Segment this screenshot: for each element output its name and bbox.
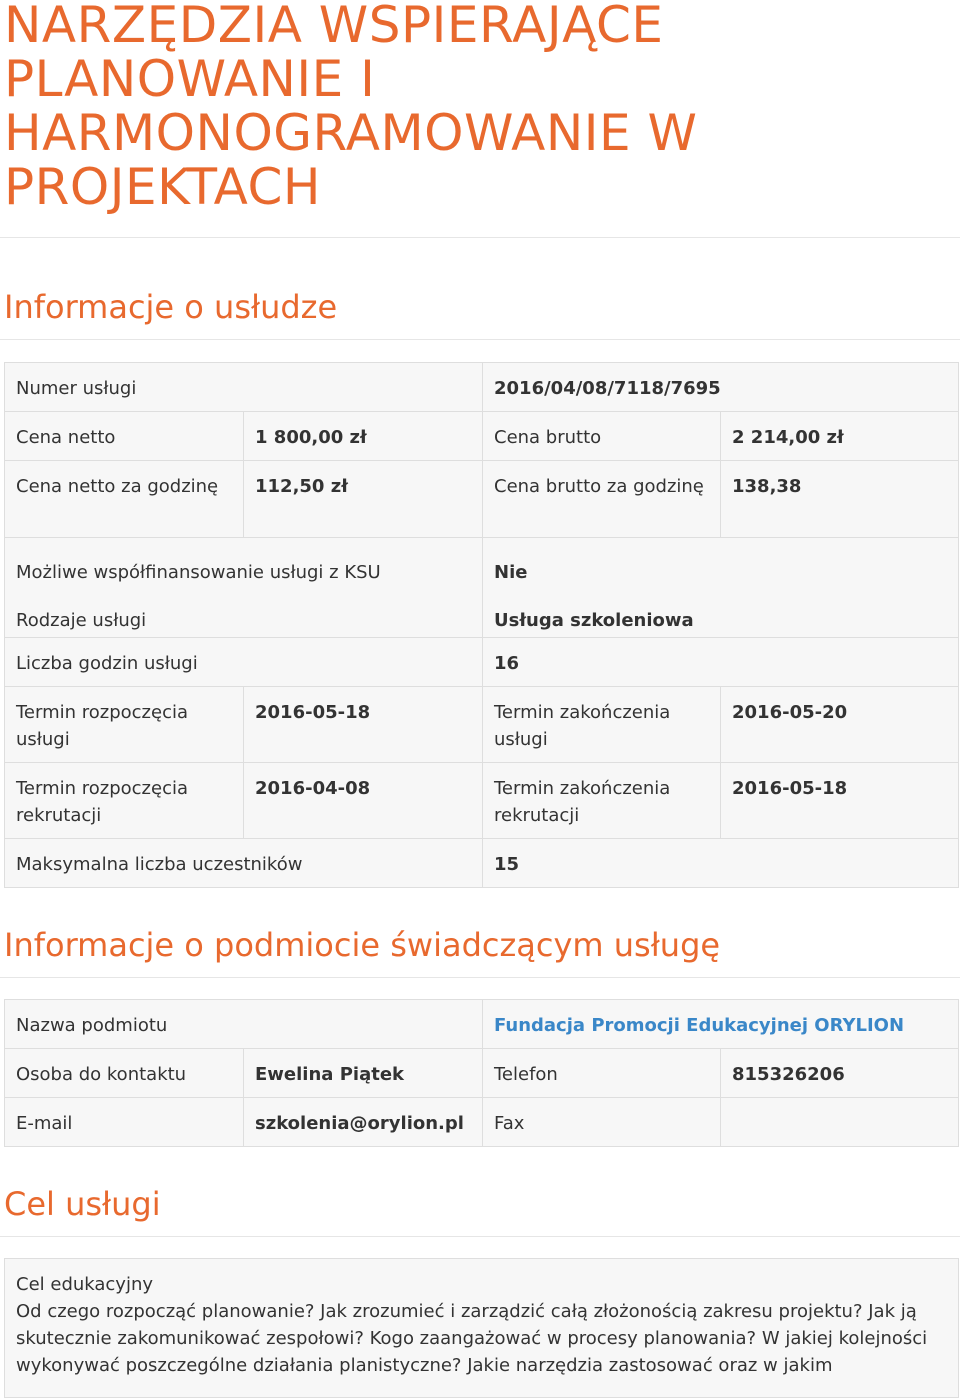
phone-label: Telefon: [482, 1048, 721, 1098]
fax-value: [720, 1097, 959, 1147]
service-number-value: 2016/04/08/7118/7695: [482, 362, 959, 412]
cofinancing-and-type-values: Nie Usługa szkoleniowa: [482, 537, 959, 638]
net-price-value: 1 800,00 zł: [243, 411, 483, 461]
cofinancing-label: Możliwe współfinansowanie usługi z KSU: [16, 562, 381, 583]
divider: [0, 1236, 960, 1237]
provider-name-label: Nazwa podmiotu: [4, 999, 483, 1049]
start-date-label: Termin rozpoczęcia usługi: [4, 686, 244, 763]
goal-box: Cel edukacyjny Od czego rozpocząć planow…: [4, 1258, 959, 1398]
max-participants-label: Maksymalna liczba uczestników: [4, 838, 483, 888]
hours-label: Liczba godzin usługi: [4, 637, 483, 687]
contact-person-label: Osoba do kontaktu: [4, 1048, 244, 1098]
recruitment-start-label: Termin rozpoczęcia rekrutacji: [4, 762, 244, 839]
contact-person-value: Ewelina Piątek: [243, 1048, 483, 1098]
max-participants-value: 15: [482, 838, 959, 888]
recruitment-end-value: 2016-05-18: [720, 762, 959, 839]
service-number-label: Numer usługi: [4, 362, 483, 412]
gross-price-label: Cena brutto: [482, 411, 721, 461]
section-heading-provider: Informacje o podmiocie świadczącym usług…: [4, 926, 721, 964]
gross-hour-price-label: Cena brutto za godzinę: [482, 460, 721, 538]
gross-hour-price-value: 138,38: [720, 460, 959, 538]
net-hour-price-label: Cena netto za godzinę: [4, 460, 244, 538]
section-heading-goal: Cel usługi: [4, 1185, 161, 1223]
divider: [0, 237, 960, 238]
fax-label: Fax: [482, 1097, 721, 1147]
section-heading-service: Informacje o usłudze: [4, 288, 338, 326]
net-hour-price-value: 112,50 zł: [243, 460, 483, 538]
cofinancing-and-type-labels: Możliwe współfinansowanie usługi z KSU R…: [4, 537, 483, 638]
end-date-value: 2016-05-20: [720, 686, 959, 763]
start-date-value: 2016-05-18: [243, 686, 483, 763]
goal-label: Cel edukacyjny: [16, 1274, 154, 1295]
phone-value: 815326206: [720, 1048, 959, 1098]
recruitment-start-value: 2016-04-08: [243, 762, 483, 839]
recruitment-end-label: Termin zakończenia rekrutacji: [482, 762, 721, 839]
provider-name-cell: Fundacja Promocji Edukacyjnej ORYLION: [482, 999, 959, 1049]
page-title: NARZĘDZIA WSPIERAJĄCE PLANOWANIE I HARMO…: [4, 0, 698, 216]
cofinancing-value: Nie: [494, 562, 528, 583]
divider: [0, 339, 960, 340]
email-value: szkolenia@orylion.pl: [243, 1097, 483, 1147]
end-date-label: Termin zakończenia usługi: [482, 686, 721, 763]
net-price-label: Cena netto: [4, 411, 244, 461]
hours-value: 16: [482, 637, 959, 687]
gross-price-value: 2 214,00 zł: [720, 411, 959, 461]
divider: [0, 977, 960, 978]
provider-name-link[interactable]: Fundacja Promocji Edukacyjnej ORYLION: [494, 1015, 904, 1036]
email-label: E-mail: [4, 1097, 244, 1147]
goal-text: Od czego rozpocząć planowanie? Jak zrozu…: [16, 1301, 928, 1376]
